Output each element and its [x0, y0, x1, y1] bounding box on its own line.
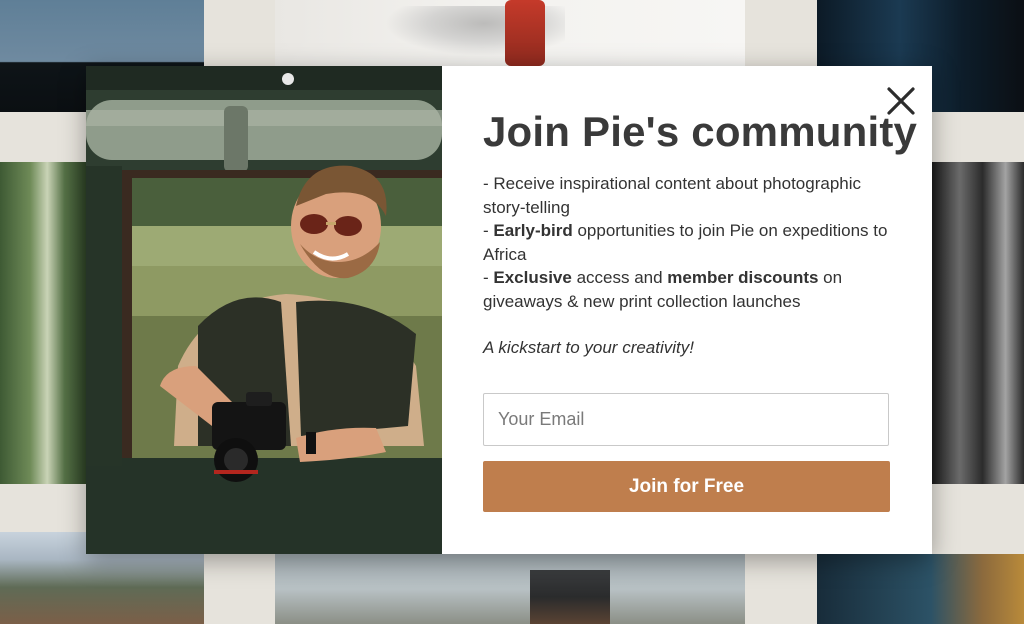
benefit-highlight: member discounts	[667, 268, 819, 287]
join-button[interactable]: Join for Free	[483, 461, 890, 512]
signup-panel: Join Pie's community - Receive inspirati…	[442, 66, 932, 554]
background-photo-tile	[817, 554, 1024, 624]
background-photo-tile	[932, 162, 1024, 484]
benefit-text: access and	[571, 268, 668, 287]
modal-title: Join Pie's community	[483, 108, 918, 155]
photographer-photo	[86, 66, 442, 554]
benefit-text: -	[483, 268, 494, 287]
photo-detail	[530, 570, 610, 624]
photo-detail	[505, 0, 545, 66]
signup-modal: Join Pie's community - Receive inspirati…	[86, 66, 932, 554]
tagline: A kickstart to your creativity!	[483, 338, 694, 357]
benefit-text: - Receive inspirational content about ph…	[483, 174, 862, 217]
background-photo-tile	[275, 554, 745, 624]
benefit-text: -	[483, 221, 494, 240]
background-photo-tile	[0, 162, 86, 484]
benefit-highlight: Early-bird	[493, 221, 573, 240]
email-input[interactable]	[483, 393, 889, 446]
benefits-list: - Receive inspirational content about ph…	[483, 172, 903, 313]
background-photo-tile	[275, 0, 745, 66]
photographer-illustration	[86, 66, 442, 554]
benefit-item: - Receive inspirational content about ph…	[483, 172, 903, 219]
benefit-item: - Early-bird opportunities to join Pie o…	[483, 219, 903, 266]
benefit-highlight: Exclusive	[493, 268, 572, 287]
benefit-item: - Exclusive access and member discounts …	[483, 266, 903, 313]
